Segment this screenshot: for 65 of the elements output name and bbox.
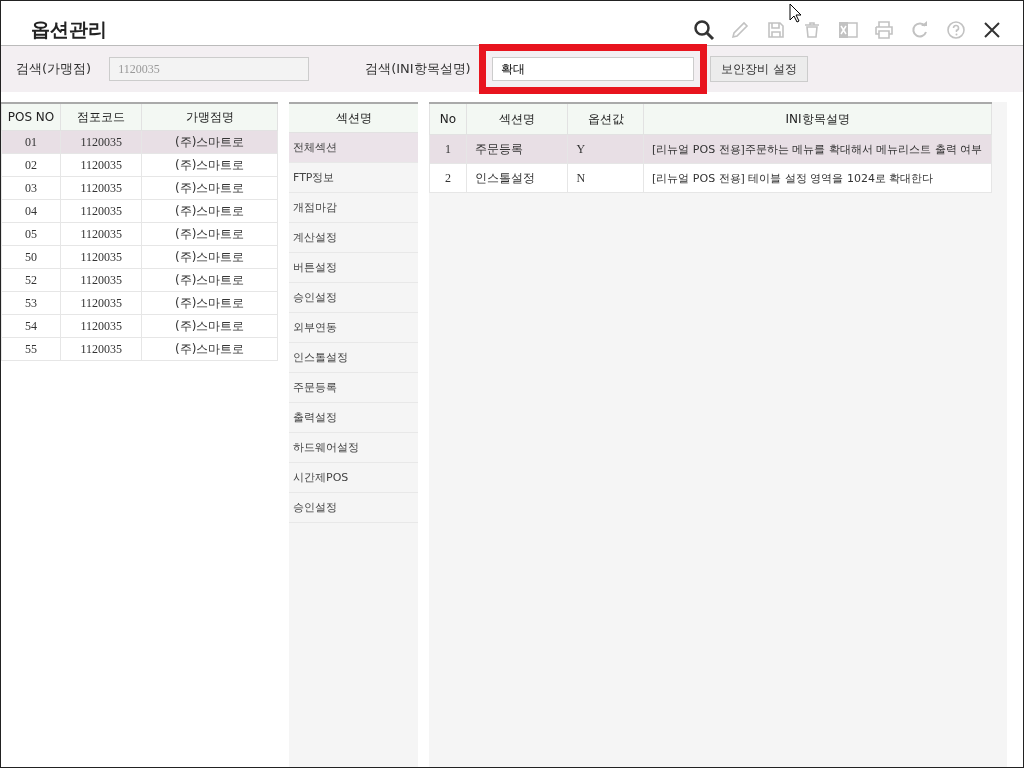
table-cell: 02 (1, 153, 61, 177)
window-title: 옵션관리 (31, 17, 107, 42)
table-row[interactable]: 50 1120035 (주)스마트로 (1, 245, 278, 269)
column-header: 가맹점명 (141, 103, 278, 131)
table-row[interactable]: 53 1120035 (주)스마트로 (1, 291, 278, 315)
table-cell: (주)스마트로 (141, 199, 278, 223)
table-cell: 03 (1, 176, 61, 200)
table-row[interactable]: 02 1120035 (주)스마트로 (1, 153, 278, 177)
table-cell: 1120035 (60, 153, 142, 177)
table-cell: 01 (1, 130, 61, 154)
table-row[interactable]: 1 주문등록 Y [리뉴얼 POS 전용]주문하는 메뉴를 확대해서 메뉴리스트 출력 여부 (429, 134, 992, 164)
table-cell: 04 (1, 199, 61, 223)
mouse-cursor-icon (789, 3, 803, 23)
column-header: INI항목설명 (643, 103, 992, 135)
table-cell: 54 (1, 314, 61, 338)
table-row[interactable]: 52 1120035 (주)스마트로 (1, 268, 278, 292)
table-row[interactable]: 05 1120035 (주)스마트로 (1, 222, 278, 246)
table-cell: (주)스마트로 (141, 153, 278, 177)
table-cell: 1 (429, 134, 467, 164)
column-header: 점포코드 (60, 103, 142, 131)
table-cell: (주)스마트로 (141, 245, 278, 269)
table-cell: 1120035 (60, 222, 142, 246)
table-cell: 1120035 (60, 176, 142, 200)
search-field[interactable]: 확대 (491, 57, 694, 81)
column-header: POS NO (1, 103, 61, 131)
table-cell: 1120035 (60, 314, 142, 338)
table-cell: 1120035 (60, 199, 142, 223)
column-header: 옵션값 (567, 103, 644, 135)
table-cell: 주문등록 (466, 134, 568, 164)
table-row[interactable]: 01 1120035 (주)스마트로 (1, 130, 278, 154)
column-header: No (429, 103, 467, 135)
table-cell: (주)스마트로 (141, 337, 278, 361)
table-row[interactable]: 55 1120035 (주)스마트로 (1, 337, 278, 361)
search-icon[interactable] (691, 17, 717, 43)
table-cell: 1120035 (60, 291, 142, 315)
table-cell: (주)스마트로 (141, 222, 278, 246)
table-cell: 1120035 (60, 337, 142, 361)
table-cell: 1120035 (60, 245, 142, 269)
table-cell: 50 (1, 245, 61, 269)
section-item[interactable]: 전체섹션 (289, 133, 418, 163)
table-cell: (주)스마트로 (141, 130, 278, 154)
table-cell: 55 (1, 337, 61, 361)
table-cell: 2 (429, 163, 467, 193)
search-label: 검색(가맹점) (16, 60, 92, 78)
table-cell: 05 (1, 222, 61, 246)
table-row[interactable]: 2 인스톨설정 N [리뉴얼 POS 전용] 테이블 설정 영역을 1024로 확대한다 (429, 163, 992, 193)
table-cell: (주)스마트로 (141, 268, 278, 292)
table-cell: 52 (1, 268, 61, 292)
table-row[interactable]: 04 1120035 (주)스마트로 (1, 199, 278, 223)
search-label: 검색(INI항목설명) (365, 60, 471, 78)
table-cell: (주)스마트로 (141, 176, 278, 200)
table-cell: (주)스마트로 (141, 314, 278, 338)
table-cell: 1120035 (60, 268, 142, 292)
table-cell: (주)스마트로 (141, 291, 278, 315)
table-cell: 1120035 (60, 130, 142, 154)
table-row[interactable]: 03 1120035 (주)스마트로 (1, 176, 278, 200)
security-settings-button[interactable]: 보안장비 설정 (709, 56, 808, 82)
table-cell: [리뉴얼 POS 전용]주문하는 메뉴를 확대해서 메뉴리스트 출력 여부 (643, 134, 992, 164)
column-header: 섹션명 (466, 103, 568, 135)
table-cell: 인스톨설정 (466, 163, 568, 193)
table-row[interactable]: 54 1120035 (주)스마트로 (1, 314, 278, 338)
table-cell: [리뉴얼 POS 전용] 테이블 설정 영역을 1024로 확대한다 (643, 163, 992, 193)
table-cell: 53 (1, 291, 61, 315)
table-cell: Y (567, 134, 644, 164)
table-cell: N (567, 163, 644, 193)
